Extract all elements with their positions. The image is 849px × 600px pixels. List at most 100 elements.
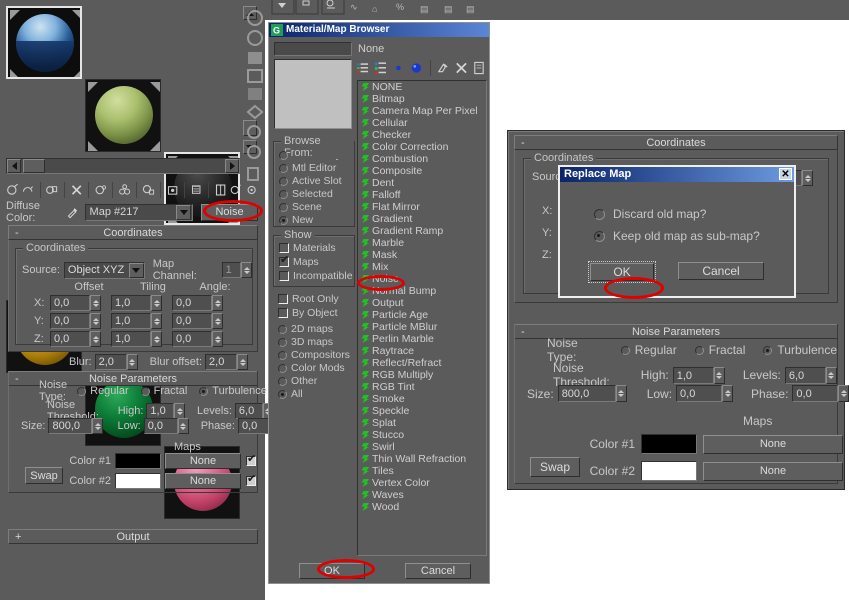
category-all-radio[interactable] <box>278 389 287 399</box>
tiling-z-spinner[interactable] <box>151 331 162 347</box>
coordinates-rollup-toggle[interactable]: - <box>15 226 19 240</box>
browser-cancel-button[interactable]: Cancel <box>405 563 471 579</box>
filter-by-object-checkbox[interactable] <box>278 308 288 318</box>
sample-slot-sky[interactable] <box>6 6 82 79</box>
put-to-library-icon[interactable] <box>142 182 155 198</box>
swap-button-left[interactable]: Swap <box>25 467 63 484</box>
map-list-item[interactable]: Smoke <box>358 393 486 405</box>
category-color-mods[interactable]: Color Mods <box>278 362 350 374</box>
high-field-right[interactable]: 1,0 <box>672 366 714 384</box>
color1-swatch-right[interactable] <box>641 434 697 454</box>
phase-spinner-right[interactable] <box>838 385 849 402</box>
noise-type-regular-radio-right[interactable] <box>620 345 630 355</box>
go-forward-to-sibling-icon[interactable] <box>229 182 242 198</box>
angle-y-spinner[interactable] <box>212 313 223 329</box>
material-effects-icon[interactable] <box>245 182 258 198</box>
angle-z-spinner[interactable] <box>212 331 223 347</box>
offset-y-spinner[interactable] <box>90 313 101 329</box>
category-other-radio[interactable] <box>278 376 287 386</box>
map-list-item[interactable]: Particle Age <box>358 309 486 321</box>
map-list-item[interactable]: Cellular <box>358 117 486 129</box>
low-spinner-left[interactable] <box>177 418 189 434</box>
eyedropper-icon[interactable] <box>66 204 79 220</box>
map-list-item[interactable]: Particle MBlur <box>358 321 486 333</box>
map-channel-value[interactable]: 1 <box>221 262 241 278</box>
map-list-item[interactable]: Color Correction <box>358 141 486 153</box>
map-channel-spinner[interactable] <box>241 262 252 278</box>
noise-type-regular-radio-left[interactable] <box>77 386 87 396</box>
blur-spinner[interactable] <box>126 354 138 370</box>
noise-type-fractal-radio-right[interactable] <box>694 345 704 355</box>
clear-library-icon[interactable] <box>472 60 487 76</box>
high-spinner-right[interactable] <box>713 366 725 384</box>
color1-map-button-left[interactable]: None <box>165 453 241 469</box>
view-large-sphere-icon[interactable] <box>409 60 424 76</box>
material-editor-toolbar[interactable] <box>6 180 258 200</box>
map-list-item[interactable]: Waves <box>358 489 486 501</box>
blur-offset-spinner[interactable] <box>237 354 249 370</box>
map-list-item[interactable]: Raytrace <box>358 345 486 357</box>
blur-offset-field[interactable]: 2,0 <box>205 354 238 370</box>
low-field-right[interactable]: 0,0 <box>676 385 723 402</box>
browse-from-new-radio[interactable] <box>279 215 288 225</box>
coordinates-rollup-header[interactable]: - Coordinates <box>8 225 258 240</box>
show-incompatible[interactable]: Incompatible <box>279 270 354 282</box>
offset-z-field[interactable]: 0,0 <box>50 331 90 347</box>
map-list-item[interactable]: Noise <box>358 273 486 285</box>
map-list-item[interactable]: Combustion <box>358 153 486 165</box>
map-list-item[interactable]: Dent <box>358 177 486 189</box>
slot-hscroll-thumb[interactable] <box>23 159 45 173</box>
browse-from-selected[interactable]: Selected <box>279 188 354 200</box>
size-spinner-right[interactable] <box>615 385 627 402</box>
map-list-item[interactable]: Stucco <box>358 429 486 441</box>
offset-x-field[interactable]: 0,0 <box>50 295 90 311</box>
angle-x-spinner[interactable] <box>212 295 223 311</box>
make-copy-icon[interactable] <box>94 182 107 198</box>
map-list-item[interactable]: Normal Bump <box>358 285 486 297</box>
levels-field-right[interactable]: 6,0 <box>784 366 826 384</box>
put-to-scene-icon[interactable] <box>21 182 34 198</box>
map-list-item[interactable]: NONE <box>358 81 486 93</box>
coordinates-rollup-toggle-right[interactable]: - <box>521 136 525 150</box>
view-list-icon[interactable] <box>355 60 370 76</box>
map-list-item[interactable]: Reflect/Refract <box>358 357 486 369</box>
map-list-item[interactable]: Tiles <box>358 465 486 477</box>
source-dropdown[interactable]: Object XYZ <box>63 261 145 279</box>
category-2d-maps[interactable]: 2D maps <box>278 323 350 335</box>
angle-y-field[interactable]: 0,0 <box>172 313 212 329</box>
category-2d-maps-radio[interactable] <box>278 324 287 334</box>
map-list-item[interactable]: RGB Tint <box>358 381 486 393</box>
category-compositors-radio[interactable] <box>278 350 287 360</box>
offset-x-spinner[interactable] <box>90 295 101 311</box>
tiling-y-field[interactable]: 1,0 <box>111 313 151 329</box>
map-name-dropdown[interactable]: Map #217 <box>84 203 194 221</box>
category-other[interactable]: Other <box>278 375 350 387</box>
filter-root-only-checkbox[interactable] <box>278 294 288 304</box>
output-rollup-toggle[interactable]: + <box>15 530 21 544</box>
color1-map-button-right[interactable]: None <box>703 434 843 454</box>
blur-field[interactable]: 2,0 <box>94 354 127 370</box>
show-maps-checkbox[interactable] <box>279 254 289 267</box>
keep-old-map-option[interactable]: Keep old map as sub-map? <box>594 229 760 243</box>
map-list-item[interactable]: Gradient <box>358 213 486 225</box>
assign-to-selection-icon[interactable] <box>45 182 58 198</box>
map-list-item[interactable]: Checker <box>358 129 486 141</box>
category-3d-maps[interactable]: 3D maps <box>278 336 350 348</box>
sample-slot-green[interactable] <box>85 79 161 152</box>
tiling-z-field[interactable]: 1,0 <box>111 331 151 347</box>
phase-field-right[interactable]: 0,0 <box>792 385 839 402</box>
category-all[interactable]: All <box>278 388 350 400</box>
map-list-item[interactable]: Gradient Ramp <box>358 225 486 237</box>
levels-spinner-right[interactable] <box>825 366 837 384</box>
source-dropdown-arrow[interactable] <box>128 262 144 278</box>
map-list-item[interactable]: RGB Multiply <box>358 369 486 381</box>
slot-hscrollbar[interactable] <box>6 158 240 174</box>
map-type-button[interactable]: Noise <box>201 203 258 221</box>
low-spinner-right[interactable] <box>722 385 734 402</box>
size-spinner-left[interactable] <box>92 418 104 434</box>
map-type-list[interactable]: NONE Bitmap Camera Map Per Pixel Cellular Ch… <box>357 80 487 556</box>
replace-cancel-button[interactable]: Cancel <box>678 262 764 280</box>
map-list-item[interactable]: Wood <box>358 501 486 513</box>
map-list-item[interactable]: Flat Mirror <box>358 201 486 213</box>
coordinates-rollup-header-right[interactable]: - Coordinates <box>514 135 838 150</box>
